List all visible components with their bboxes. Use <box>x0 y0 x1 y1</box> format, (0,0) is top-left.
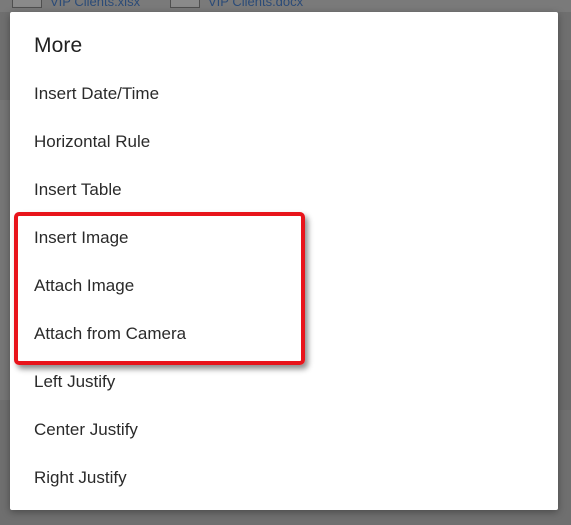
menu-item-attach-image[interactable]: Attach Image <box>10 262 558 310</box>
menu-item-label: Insert Date/Time <box>34 84 160 103</box>
background-attachment: VIP Clients.xlsx <box>12 0 140 9</box>
menu-item-label: Attach from Camera <box>34 324 187 343</box>
attachment-name: VIP Clients.xlsx <box>50 0 141 9</box>
menu-item-horizontal-rule[interactable]: Horizontal Rule <box>10 118 558 166</box>
menu-item-insert-image[interactable]: Insert Image <box>10 214 558 262</box>
background-attachment: VIP Clients.docx <box>170 0 303 9</box>
attachment-name: VIP Clients.docx <box>208 0 304 9</box>
more-dialog: More Insert Date/Time Horizontal Rule In… <box>10 12 558 510</box>
menu-item-label: Horizontal Rule <box>34 132 151 151</box>
menu-item-label: Insert Table <box>34 180 122 199</box>
menu-item-label: Attach Image <box>34 276 135 295</box>
menu-item-right-justify[interactable]: Right Justify <box>10 454 558 502</box>
menu-item-insert-table[interactable]: Insert Table <box>10 166 558 214</box>
menu-item-label: Right Justify <box>34 468 127 487</box>
more-menu-list: Insert Date/Time Horizontal Rule Insert … <box>10 70 558 502</box>
menu-item-label: Left Justify <box>34 372 116 391</box>
menu-item-insert-date-time[interactable]: Insert Date/Time <box>10 70 558 118</box>
background-panel <box>558 80 571 410</box>
menu-item-label: Insert Image <box>34 228 129 247</box>
email-attachment-icon <box>12 0 42 8</box>
menu-item-left-justify[interactable]: Left Justify <box>10 358 558 406</box>
menu-item-attach-from-camera[interactable]: Attach from Camera <box>10 310 558 358</box>
menu-item-center-justify[interactable]: Center Justify <box>10 406 558 454</box>
menu-item-label: Center Justify <box>34 420 138 439</box>
background-panel <box>0 100 10 400</box>
dialog-title: More <box>34 34 83 57</box>
email-attachment-icon <box>170 0 200 8</box>
